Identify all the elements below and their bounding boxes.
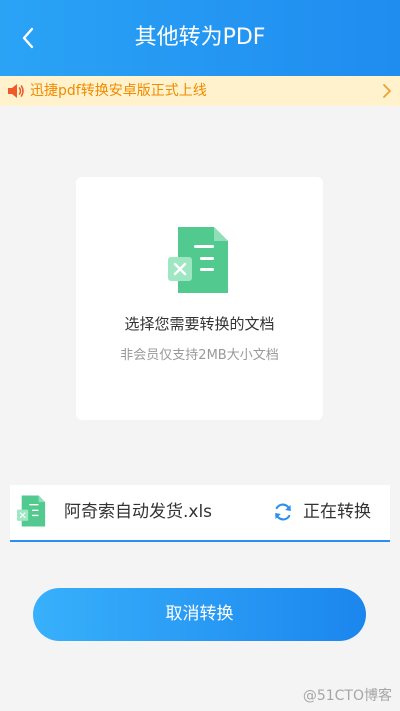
file-name: 阿奇索自动发货.xls — [64, 502, 213, 522]
notice-text: 迅捷pdf转换安卓版正式上线 — [30, 83, 207, 99]
notice-bar[interactable]: 迅捷pdf转换安卓版正式上线 — [0, 76, 400, 106]
speaker-icon — [8, 84, 24, 98]
app-header: 其他转为PDF — [0, 0, 400, 76]
card-subtitle: 非会员仅支持2MB大小文档 — [120, 348, 279, 363]
refresh-icon — [275, 503, 291, 521]
chevron-right-icon — [383, 84, 391, 98]
cancel-conversion-button[interactable]: 取消转换 — [33, 588, 366, 641]
watermark: @51CTO博客 — [302, 688, 392, 704]
excel-file-icon — [168, 227, 228, 293]
select-document-card[interactable]: 选择您需要转换的文档 非会员仅支持2MB大小文档 — [76, 177, 323, 420]
card-title: 选择您需要转换的文档 — [124, 315, 275, 333]
page-title: 其他转为PDF — [134, 25, 266, 50]
conversion-status: 正在转换 — [303, 502, 371, 522]
excel-file-icon — [17, 495, 46, 527]
file-row: 阿奇索自动发货.xls 正在转换 — [10, 485, 390, 542]
